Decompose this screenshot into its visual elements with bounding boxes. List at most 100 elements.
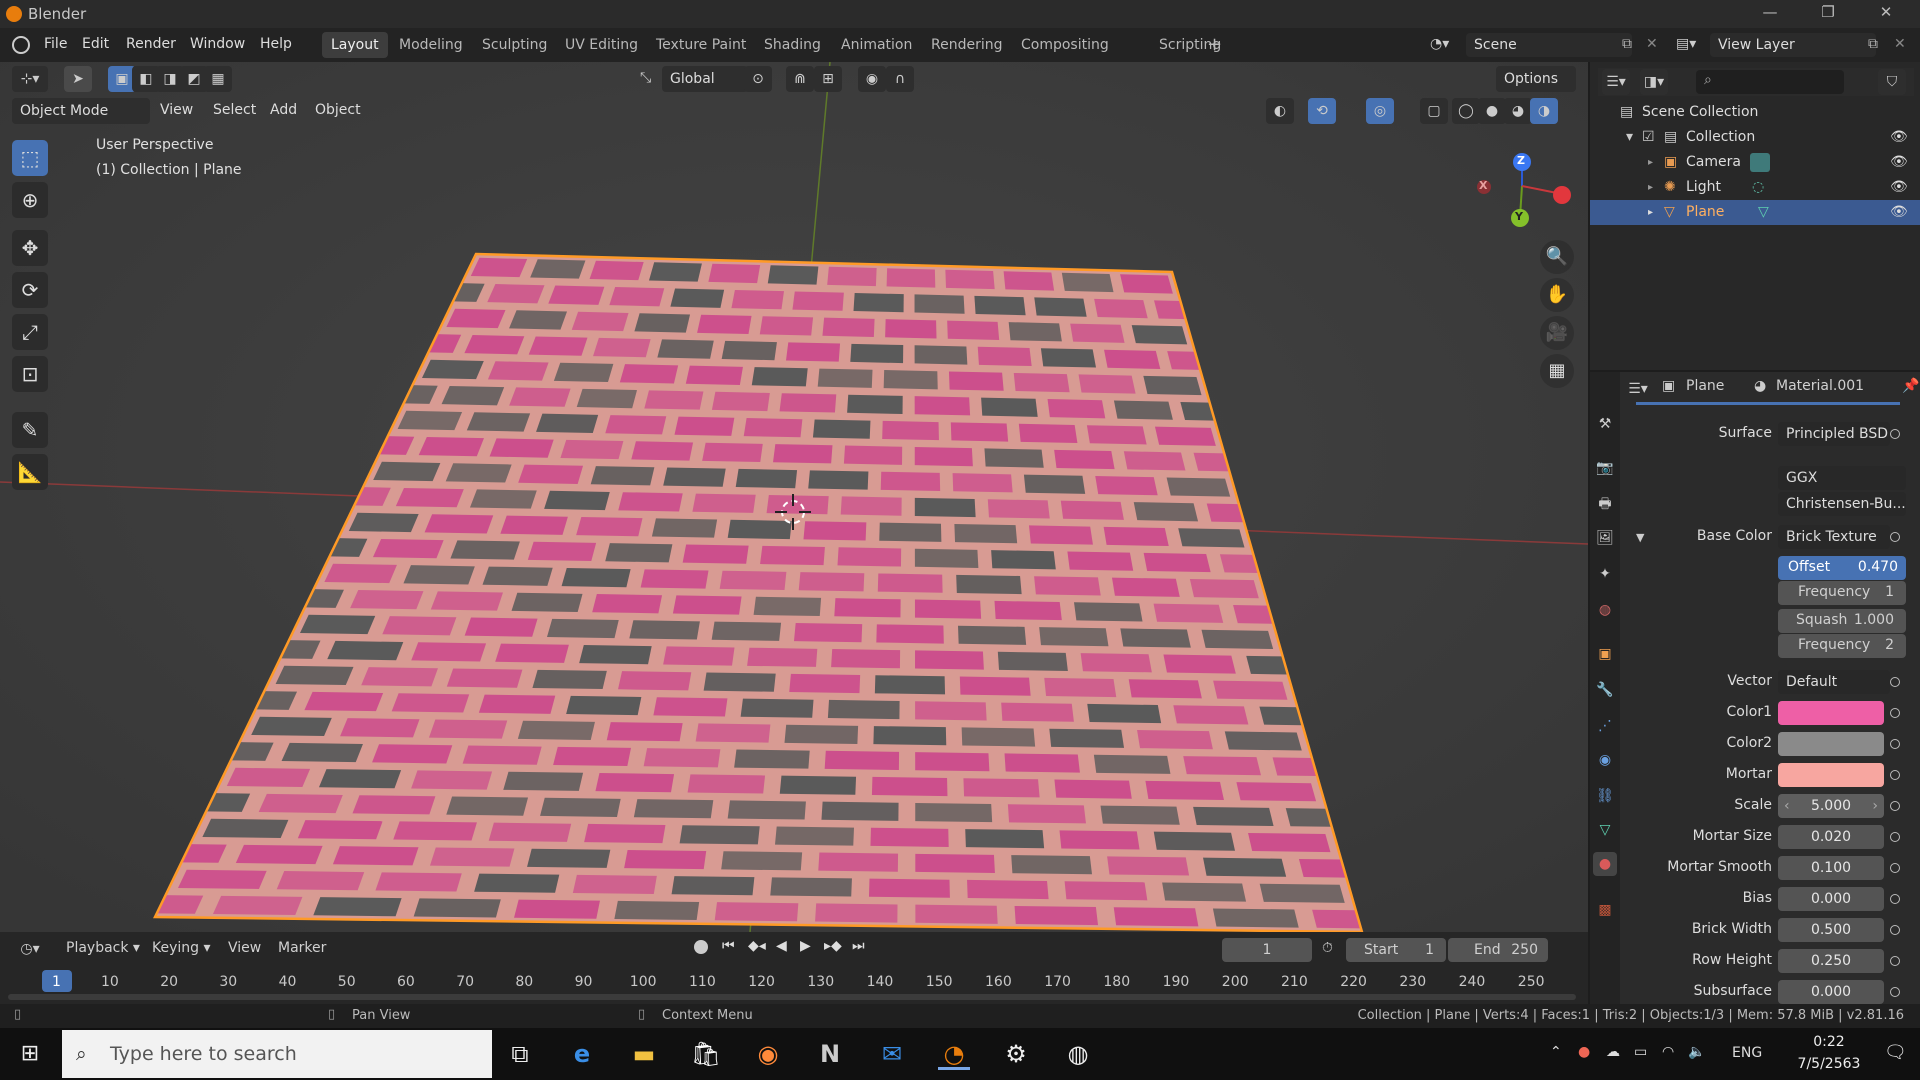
- camera-view-icon[interactable]: 🎥: [1540, 316, 1574, 350]
- eye-icon[interactable]: 👁: [1890, 125, 1908, 150]
- gizmo-z-label[interactable]: Z: [1517, 154, 1525, 167]
- settings-gear-icon[interactable]: ⚙: [1000, 1038, 1032, 1070]
- outliner-item-light[interactable]: ▸ ✺ Light ◌ 👁: [1590, 175, 1920, 200]
- pan-hand-icon[interactable]: ✋: [1540, 278, 1574, 312]
- remove-view-layer-icon[interactable]: ✕: [1894, 36, 1906, 52]
- socket-dot-icon[interactable]: [1890, 677, 1900, 687]
- bias-field[interactable]: 0.000: [1778, 887, 1884, 911]
- row-height-field[interactable]: 0.250: [1778, 949, 1884, 973]
- increment-arrow-icon[interactable]: ›: [1872, 794, 1878, 818]
- jump-start-icon[interactable]: ⏮: [722, 938, 735, 954]
- measure-tool[interactable]: 📐: [12, 454, 48, 490]
- mortar-swatch[interactable]: [1778, 763, 1884, 787]
- outliner-item-plane[interactable]: ▸ ▽ Plane ▽ 👁: [1590, 200, 1920, 225]
- play-icon[interactable]: ▶: [800, 938, 811, 954]
- battery-icon[interactable]: ▭: [1634, 1044, 1647, 1060]
- tab-uv-editing[interactable]: UV Editing: [556, 32, 647, 58]
- data-tab-icon[interactable]: ▽: [1593, 818, 1617, 842]
- steam-icon[interactable]: ◍: [1062, 1038, 1094, 1070]
- tab-texture-paint[interactable]: Texture Paint: [647, 32, 755, 58]
- cursor-tool[interactable]: ⊕: [12, 182, 48, 218]
- socket-dot-icon[interactable]: [1890, 894, 1900, 904]
- viewport-menu-object[interactable]: Object: [315, 102, 361, 118]
- store-icon[interactable]: 🛍: [690, 1038, 722, 1070]
- timeline-editor-type-icon[interactable]: ◷▾: [12, 936, 48, 962]
- add-workspace-button[interactable]: +: [1198, 32, 1231, 58]
- expand-arrow-icon[interactable]: ▸: [1648, 175, 1653, 200]
- menu-render[interactable]: Render: [126, 36, 176, 52]
- socket-dot-icon[interactable]: [1890, 770, 1900, 780]
- socket-dot-icon[interactable]: [1890, 987, 1900, 997]
- move-tool[interactable]: ✥: [12, 230, 48, 266]
- subsurface-method-dropdown[interactable]: Christensen-Bu...: [1778, 492, 1906, 516]
- physics-tab-icon[interactable]: ◉: [1593, 748, 1617, 772]
- socket-dot-icon[interactable]: [1890, 801, 1900, 811]
- ortho-grid-icon[interactable]: ▦: [1540, 354, 1574, 388]
- camera-data-icon[interactable]: [1750, 153, 1770, 172]
- volume-icon[interactable]: 🔈: [1688, 1044, 1705, 1060]
- gizmos-icon[interactable]: ⟲: [1308, 98, 1336, 124]
- snap-target-icon[interactable]: ⊞: [814, 66, 842, 92]
- tab-shading[interactable]: Shading: [755, 32, 830, 58]
- render-tab-icon[interactable]: 📷: [1593, 456, 1617, 480]
- checkbox-icon[interactable]: ☑: [1642, 125, 1655, 150]
- overlays-icon[interactable]: ◎: [1366, 98, 1394, 124]
- shading-solid-icon[interactable]: ●: [1478, 98, 1506, 124]
- zoom-icon[interactable]: 🔍: [1540, 240, 1574, 274]
- editor-type-icon[interactable]: ⊹▾: [12, 66, 48, 92]
- menu-edit[interactable]: Edit: [82, 36, 109, 52]
- output-tab-icon[interactable]: 🖶: [1593, 492, 1617, 516]
- close-button[interactable]: ✕: [1866, 3, 1906, 25]
- display-mode-icon[interactable]: ◨▾: [1640, 69, 1668, 95]
- proportional-edit-icon[interactable]: ◉: [858, 66, 886, 92]
- notion-icon[interactable]: N: [814, 1038, 846, 1070]
- next-keyframe-icon[interactable]: ▸◆: [824, 938, 842, 954]
- tray-app-icon[interactable]: ●: [1578, 1044, 1590, 1060]
- outliner-item-scene-collection[interactable]: ▤ Scene Collection: [1590, 100, 1920, 125]
- world-tab-icon[interactable]: ◍: [1593, 598, 1617, 622]
- view-layer-tab-icon[interactable]: 🖼: [1593, 526, 1617, 550]
- tool-tab-icon[interactable]: ⚒: [1593, 412, 1617, 436]
- clock-date[interactable]: 7/5/2563: [1782, 1056, 1876, 1072]
- mortar-smooth-field[interactable]: 0.100: [1778, 856, 1884, 880]
- decrement-arrow-icon[interactable]: ‹: [1784, 794, 1790, 818]
- squash-field[interactable]: Squash 1.000: [1778, 609, 1906, 633]
- proportional-falloff-icon[interactable]: ∩: [886, 66, 914, 92]
- menu-help[interactable]: Help: [260, 36, 292, 52]
- pivot-point-icon[interactable]: ⊙: [744, 66, 772, 92]
- eye-icon[interactable]: 👁: [1890, 200, 1908, 225]
- socket-dot-icon[interactable]: [1890, 739, 1900, 749]
- offset-field[interactable]: Offset 0.470: [1778, 556, 1906, 580]
- outliner-editor-type-icon[interactable]: ☰▾: [1602, 69, 1630, 95]
- 3d-viewport[interactable]: Z Y X: [0, 62, 1588, 932]
- tab-rendering[interactable]: Rendering: [922, 32, 1012, 58]
- gizmo-y-label[interactable]: Y: [1515, 210, 1523, 223]
- shading-rendered-icon[interactable]: ◑: [1530, 98, 1558, 124]
- current-frame-field[interactable]: 1: [1222, 938, 1312, 962]
- viewport-menu-add[interactable]: Add: [270, 102, 297, 118]
- socket-dot-icon[interactable]: [1890, 863, 1900, 873]
- shading-material-icon[interactable]: ◕: [1504, 98, 1532, 124]
- socket-dot-icon[interactable]: [1890, 925, 1900, 935]
- mesh-data-icon[interactable]: ▽: [1758, 200, 1769, 225]
- transform-tool[interactable]: ⊡: [12, 356, 48, 392]
- blender-taskbar-icon[interactable]: ◔: [938, 1038, 970, 1070]
- windows-start-icon[interactable]: ⊞: [14, 1038, 46, 1070]
- object-tab-icon[interactable]: ▣: [1593, 642, 1617, 666]
- scale-field[interactable]: ‹ 5.000 ›: [1778, 794, 1884, 818]
- language-indicator[interactable]: ENG: [1732, 1045, 1762, 1061]
- tab-sculpting[interactable]: Sculpting: [473, 32, 556, 58]
- annotate-tool[interactable]: ✎: [12, 412, 48, 448]
- eye-icon[interactable]: 👁: [1890, 150, 1908, 175]
- distribution-dropdown[interactable]: GGX: [1778, 466, 1906, 490]
- collapse-arrow-icon[interactable]: ▼: [1636, 531, 1644, 544]
- taskbar-search-input[interactable]: ⌕ Type here to search: [62, 1030, 492, 1078]
- notifications-icon[interactable]: 🗨: [1884, 1042, 1907, 1063]
- eye-icon[interactable]: 👁: [1890, 175, 1908, 200]
- material-tab-icon[interactable]: ●: [1593, 852, 1617, 876]
- select-mode-intersect-icon[interactable]: ▦: [204, 66, 232, 92]
- transform-orientation-dropdown[interactable]: Global: [662, 66, 748, 92]
- squash-frequency-field[interactable]: Frequency 2: [1778, 634, 1906, 658]
- new-view-layer-icon[interactable]: ⧉: [1868, 36, 1878, 52]
- viewport-menu-view[interactable]: View: [160, 102, 193, 118]
